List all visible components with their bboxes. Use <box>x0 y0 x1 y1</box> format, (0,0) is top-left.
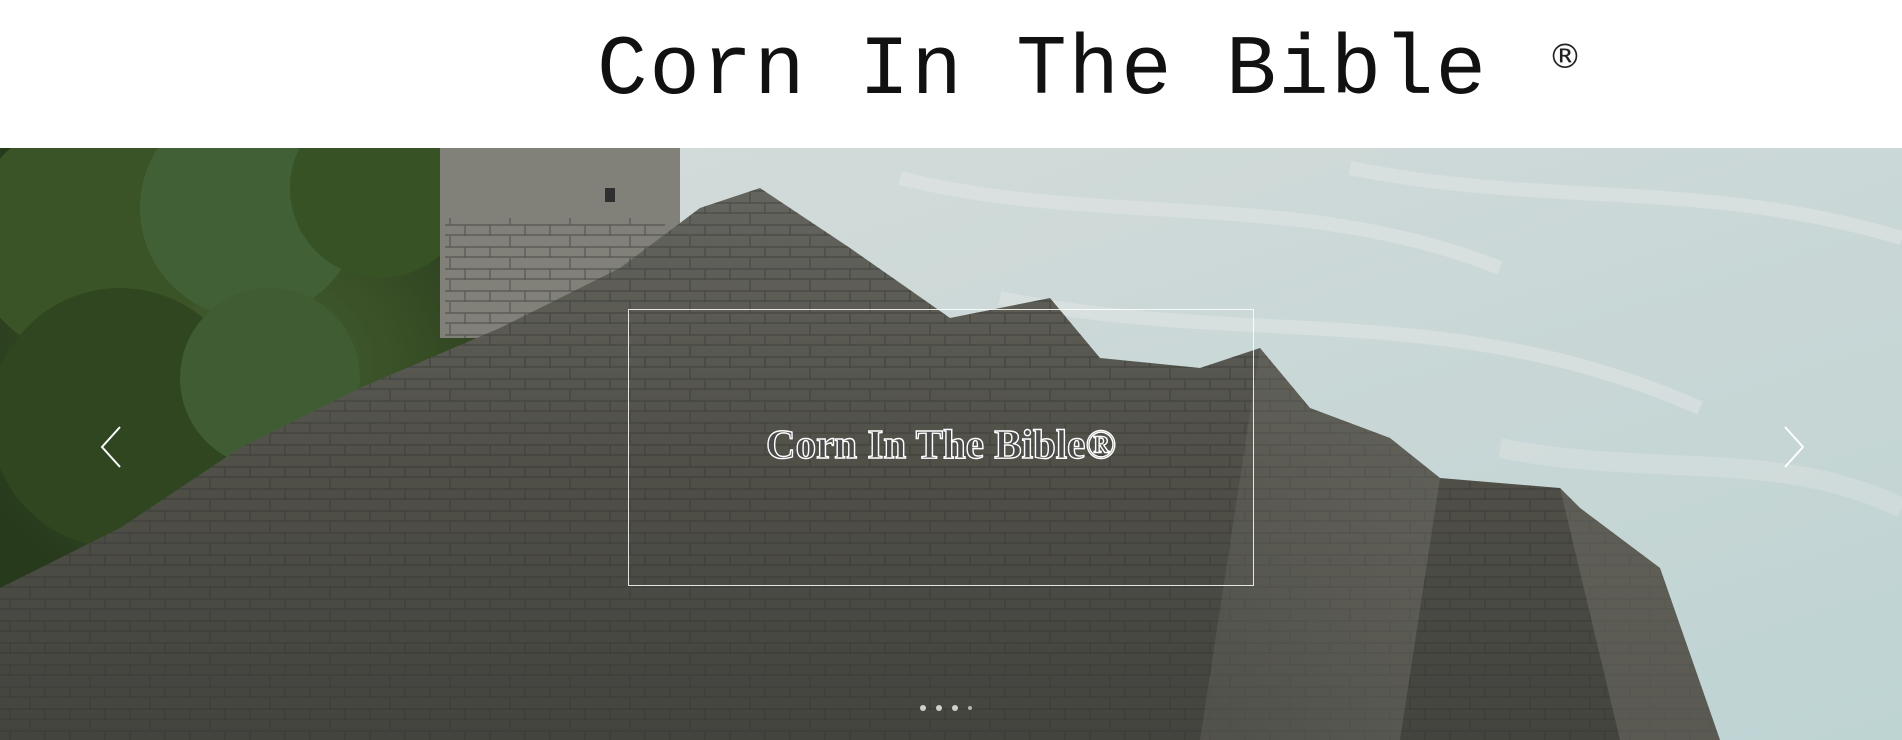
chevron-right-icon <box>1784 426 1805 468</box>
chevron-left-icon <box>100 426 121 468</box>
slide-dot-1[interactable] <box>920 705 926 711</box>
slide-dot-2[interactable] <box>936 705 942 711</box>
slide-dot-4[interactable] <box>968 706 972 710</box>
slideshow-prev-button[interactable] <box>90 423 130 471</box>
hero-slideshow: Corn In The Bible® <box>0 148 1902 740</box>
site-header: Corn In The Bible ® <box>0 0 1902 148</box>
slideshow-pagination <box>920 703 972 713</box>
site-title[interactable]: Corn In The Bible <box>597 30 1488 114</box>
slide-caption-text: Corn In The Bible® <box>765 421 1116 467</box>
slide-dot-3[interactable] <box>952 705 958 711</box>
slideshow-next-button[interactable] <box>1775 423 1815 471</box>
slide-caption-box: Corn In The Bible® <box>628 309 1254 586</box>
registered-trademark-mark: ® <box>1548 37 1582 77</box>
